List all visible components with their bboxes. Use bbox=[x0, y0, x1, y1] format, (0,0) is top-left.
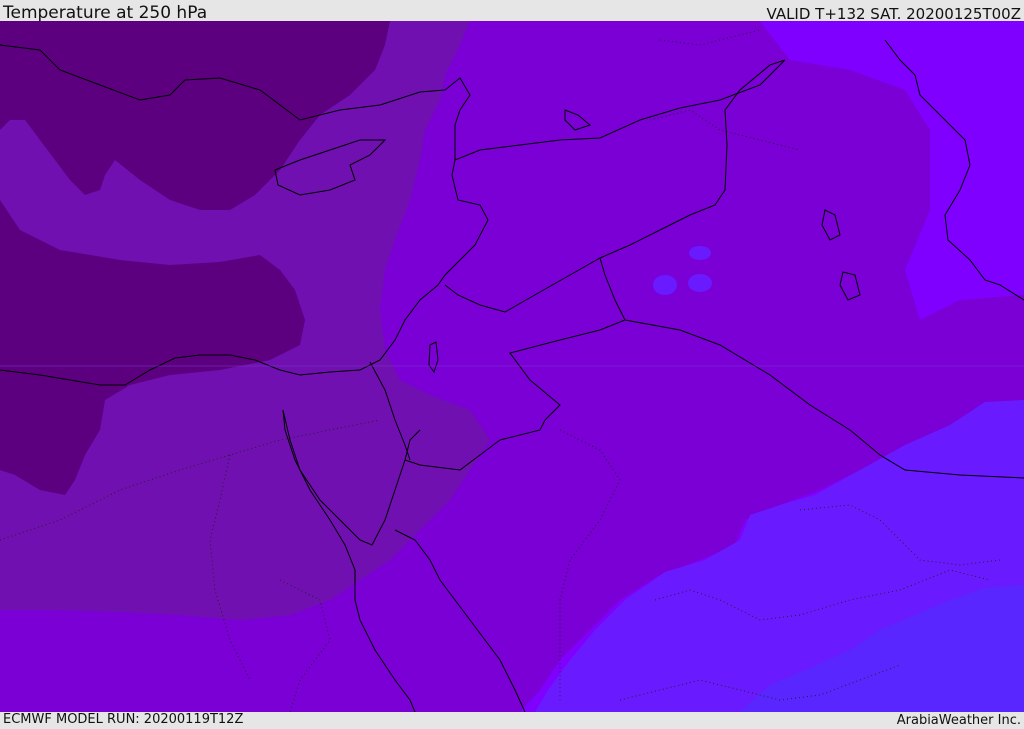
footer-bar: ECMWF MODEL RUN: 20200119T12Z ArabiaWeat… bbox=[0, 712, 1024, 729]
credit-label: ArabiaWeather Inc. bbox=[896, 713, 1021, 728]
warm-blob bbox=[688, 274, 712, 292]
model-run-label: ECMWF MODEL RUN: 20200119T12Z bbox=[3, 712, 244, 727]
map-title: Temperature at 250 hPa bbox=[3, 3, 208, 23]
header-bar: Temperature at 250 hPa VALID T+132 SAT. … bbox=[0, 0, 1024, 23]
warm-blob bbox=[653, 275, 677, 295]
map-canvas bbox=[0, 21, 1024, 712]
weather-map[interactable] bbox=[0, 21, 1024, 712]
warm-blob bbox=[689, 246, 711, 260]
